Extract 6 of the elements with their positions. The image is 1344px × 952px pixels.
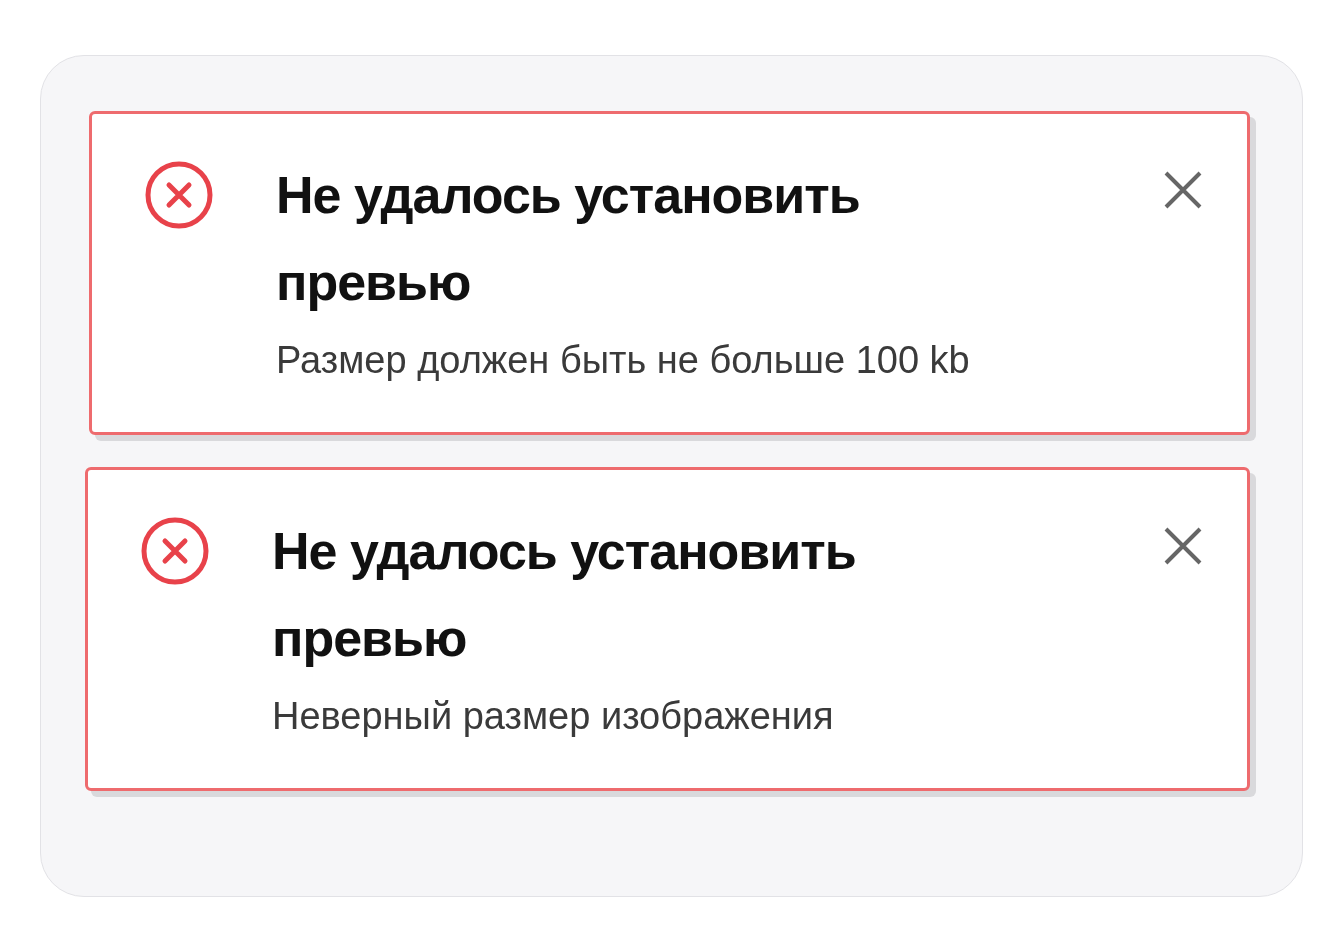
error-icon	[140, 516, 210, 586]
toast-title: Не удалось установить превью	[276, 165, 861, 313]
error-icon	[144, 160, 214, 230]
toast-title: Не удалось установить превью	[272, 521, 857, 669]
toast-message: Неверный размер изображения	[272, 694, 835, 739]
toast-message: Размер должен быть не больше 100 kb	[276, 338, 971, 383]
